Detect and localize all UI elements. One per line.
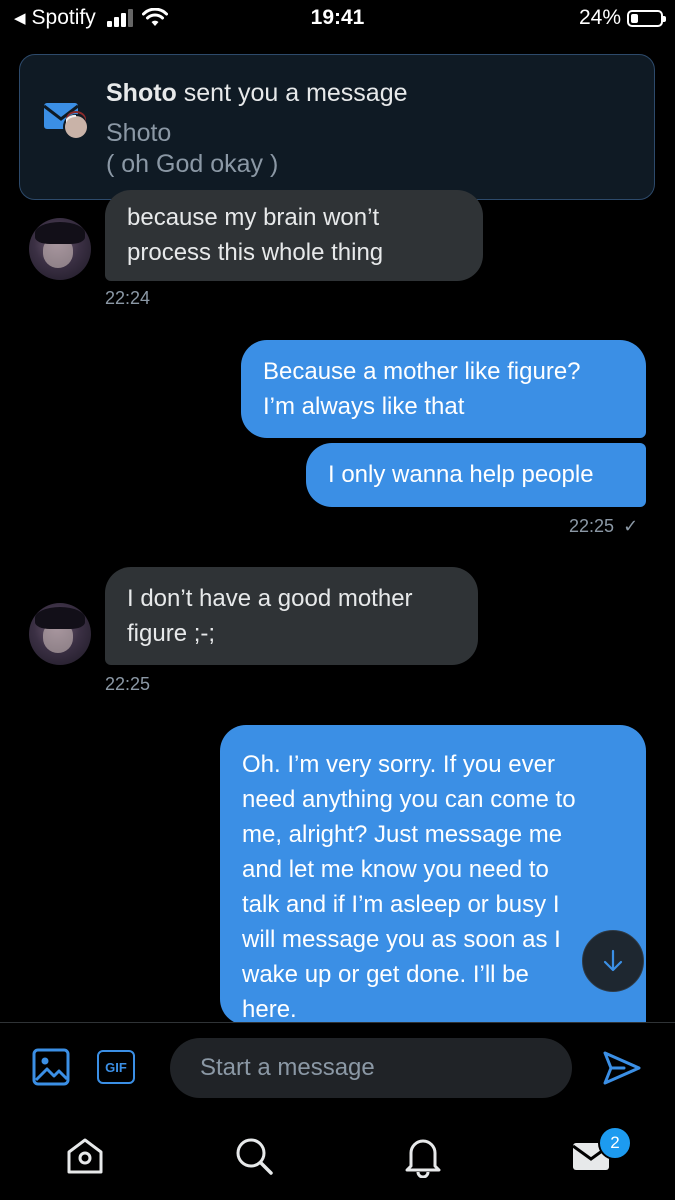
- notification-title-rest: sent you a message: [176, 79, 408, 107]
- bottom-tab-bar: [0, 1112, 675, 1200]
- mail-notification-icon: [43, 103, 89, 140]
- search-icon[interactable]: [232, 1134, 276, 1178]
- battery-icon: [627, 9, 666, 27]
- notification-banner[interactable]: Shoto sent you a message Shoto ( oh God …: [19, 54, 655, 200]
- bell-icon[interactable]: [401, 1134, 445, 1178]
- message-bubble-outgoing[interactable]: Oh. I’m very sorry. If you ever need any…: [220, 725, 646, 1025]
- message-line: need anything you can come to: [242, 786, 576, 813]
- message-line: Oh. I’m very sorry. If you ever: [242, 751, 555, 778]
- notification-sender-bold: Shoto: [106, 79, 177, 107]
- messages-badge: 2: [598, 1126, 632, 1160]
- battery-percent: 24%: [578, 6, 621, 29]
- timestamp-text: 22:25: [569, 516, 615, 536]
- message-timestamp: 22:24: [105, 288, 151, 308]
- scroll-to-bottom-button[interactable]: [582, 930, 644, 992]
- message-timestamp: 22:25: [105, 674, 151, 694]
- message-line: and let me know you need to: [242, 856, 549, 883]
- message-line: me, alright? Just message me: [242, 821, 563, 848]
- message-line: because my brain won’t: [127, 204, 380, 231]
- battery-level: [631, 13, 638, 23]
- message-line: I don’t have a good mother: [127, 585, 413, 612]
- message-composer: GIF: [0, 1022, 675, 1113]
- message-line: process this whole thing: [127, 239, 384, 266]
- send-icon[interactable]: [602, 1049, 642, 1087]
- avatar[interactable]: [29, 218, 91, 280]
- message-line: talk and if I’m asleep or busy I: [242, 891, 560, 918]
- notification-preview: ( oh God okay ): [106, 150, 279, 178]
- notification-sender: Shoto: [106, 119, 172, 147]
- avatar[interactable]: [29, 603, 91, 665]
- message-line: will message you as soon as I: [242, 926, 561, 953]
- home-icon[interactable]: [63, 1134, 107, 1178]
- message-bubble-incoming[interactable]: I don’t have a good mother figure ;-;: [105, 567, 478, 665]
- message-line: I’m always like that: [263, 393, 465, 420]
- gif-icon: GIF: [105, 1059, 127, 1075]
- status-bar-right: 24%: [578, 6, 666, 30]
- message-input[interactable]: [170, 1038, 572, 1098]
- message-bubble-outgoing[interactable]: Because a mother like figure? I’m always…: [241, 340, 646, 438]
- status-bar: ◀ Spotify 19:41 24%: [0, 0, 675, 40]
- image-icon[interactable]: [32, 1048, 70, 1086]
- message-bubble-outgoing[interactable]: I only wanna help people: [306, 443, 646, 507]
- gif-button[interactable]: GIF: [97, 1050, 135, 1084]
- message-line: figure ;-;: [127, 620, 216, 647]
- arrow-down-icon: [603, 949, 623, 972]
- read-check-icon: ✓: [623, 516, 639, 536]
- message-line: Because a mother like figure?: [263, 358, 581, 385]
- status-time: 19:41: [310, 6, 365, 29]
- message-line: I only wanna help people: [328, 461, 594, 488]
- notification-title: Shoto sent you a message: [106, 79, 408, 108]
- message-bubble-incoming[interactable]: because my brain won’t process this whol…: [105, 190, 483, 281]
- message-timestamp: 22:25 ✓: [569, 516, 638, 537]
- message-line: wake up or get done. I’ll be: [242, 961, 529, 988]
